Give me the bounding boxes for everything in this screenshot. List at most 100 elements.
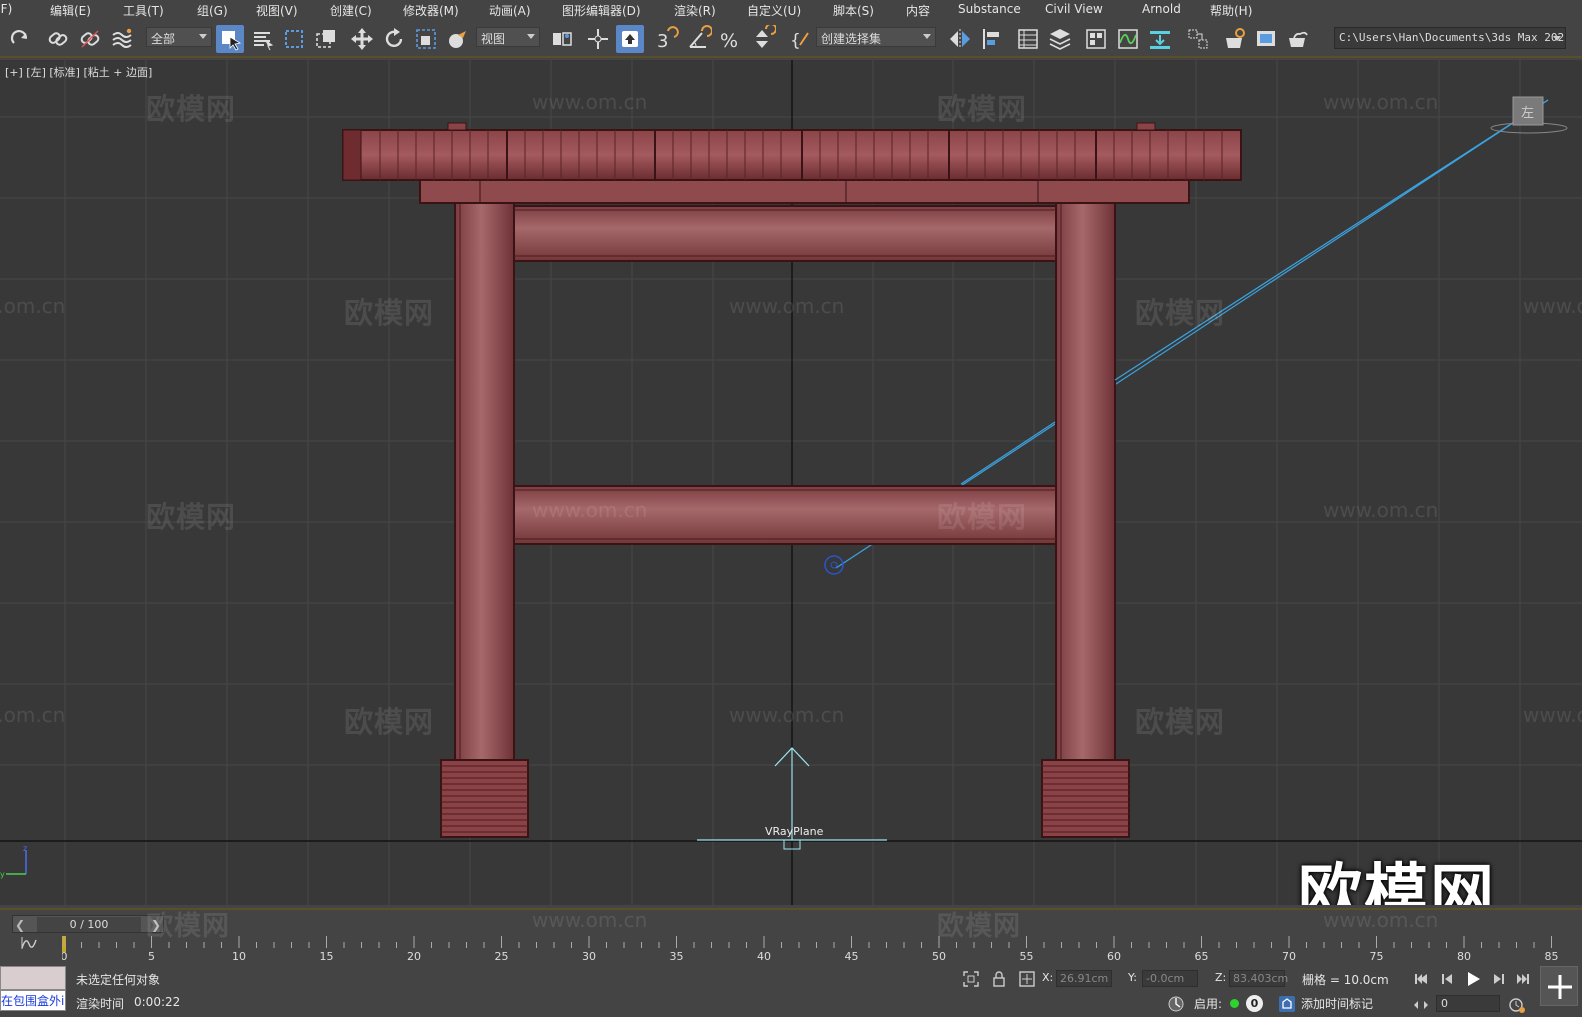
time-slider[interactable]: ❮ 0 / 100 ❯	[12, 915, 164, 933]
watermark-brand: 欧模网	[344, 296, 435, 330]
time-config-icon[interactable]	[1508, 996, 1526, 1014]
menu-modifiers[interactable]: 修改器(M)	[403, 2, 459, 19]
absolute-mode-icon[interactable]	[1018, 970, 1036, 988]
selection-status: 未选定任何对象	[76, 973, 161, 987]
svg-text:{: {	[790, 31, 801, 51]
reference-coord-dropdown[interactable]: 视图	[476, 27, 540, 47]
status-indicator	[1230, 999, 1239, 1008]
maxscript-output[interactable]: 在包围盒外i	[0, 990, 66, 1011]
menu-customize[interactable]: 自定义(U)	[747, 2, 801, 19]
menu-scripting[interactable]: 脚本(S)	[833, 2, 874, 19]
menu-substance[interactable]: Substance	[958, 2, 1021, 16]
mirror-icon[interactable]	[946, 25, 974, 53]
link-icon[interactable]	[44, 25, 72, 53]
menu-help[interactable]: 帮助(H)	[1210, 2, 1252, 19]
rectangular-selection-icon[interactable]	[280, 25, 308, 53]
selection-lock-icon[interactable]	[990, 970, 1008, 988]
watermark-brand: 欧模网	[937, 92, 1028, 126]
go-to-end-icon[interactable]	[1514, 970, 1532, 988]
align-icon[interactable]	[978, 25, 1006, 53]
time-tag-icon[interactable]	[1278, 995, 1296, 1013]
previous-frame-icon[interactable]	[1438, 970, 1456, 988]
play-icon[interactable]	[1464, 970, 1482, 988]
selection-filter-dropdown[interactable]: 全部	[146, 27, 212, 47]
edit-named-selection-icon[interactable]: {	[786, 25, 814, 53]
rendered-frame-window-icon[interactable]	[1252, 25, 1280, 53]
angle-snap-icon[interactable]	[684, 25, 713, 53]
menu-file[interactable]: (F)	[0, 2, 12, 16]
svg-text:%: %	[720, 30, 738, 52]
project-path-field[interactable]: C:\Users\Han\Documents\3ds Max 2022	[1334, 27, 1566, 49]
spinner-snap-icon[interactable]	[748, 23, 777, 53]
menu-edit[interactable]: 编辑(E)	[50, 2, 91, 19]
render-production-icon[interactable]	[1284, 25, 1312, 53]
x-coordinate-field[interactable]: 26.91cm	[1056, 970, 1112, 987]
watermark-site: www.om.cn	[1523, 703, 1582, 727]
render-time-value: 0:00:22	[134, 995, 181, 1009]
key-mode-icon[interactable]	[1412, 996, 1430, 1014]
viewport-label[interactable]: [+] [左] [标准] [粘土 + 边面]	[5, 64, 152, 80]
named-selection-dropdown[interactable]: 创建选择集	[816, 27, 936, 47]
keyboard-shortcut-override-icon[interactable]	[616, 25, 644, 53]
material-editor-icon[interactable]	[1184, 25, 1212, 53]
project-path-value: C:\Users\Han\Documents\3ds Max 2022	[1339, 31, 1566, 44]
menu-group[interactable]: 组(G)	[197, 2, 228, 19]
viewport-left[interactable]: 左 z y 欧模网 www.om.cn 欧模网 www.om.cn www.om…	[0, 60, 1582, 905]
scale-icon[interactable]	[412, 25, 440, 53]
watermark-site: www.om.cn	[0, 703, 66, 727]
viewcube-icon[interactable]: 左	[1490, 96, 1568, 134]
place-icon[interactable]	[444, 25, 472, 53]
viewport-nav-expand-icon[interactable]	[1540, 966, 1578, 1006]
unlink-icon[interactable]	[76, 25, 104, 53]
go-to-start-icon[interactable]	[1412, 970, 1430, 988]
menu-civil-view[interactable]: Civil View	[1045, 2, 1103, 16]
maxscript-listener[interactable]	[0, 966, 66, 990]
render-setup-icon[interactable]	[1220, 25, 1248, 53]
redo-icon[interactable]	[6, 25, 34, 53]
snaps-toggle-icon[interactable]: 3	[652, 25, 680, 53]
toggle-ribbon-icon[interactable]	[1046, 25, 1074, 53]
curve-editor-icon[interactable]	[1114, 25, 1142, 53]
render-time-label: 渲染时间	[76, 997, 125, 1011]
isolate-selection-icon[interactable]	[962, 970, 980, 988]
watermark-brand: 欧模网	[1135, 705, 1226, 739]
menu-content[interactable]: 内容	[906, 2, 930, 19]
schematic-view-icon[interactable]	[1146, 25, 1174, 53]
viewcube-label: 左	[1521, 106, 1534, 121]
rotate-icon[interactable]	[380, 25, 408, 53]
reference-coord-value: 视图	[481, 32, 506, 46]
menu-animation[interactable]: 动画(A)	[489, 2, 531, 19]
watermark-brand: 欧模网	[344, 705, 435, 739]
select-object-icon[interactable]	[216, 25, 244, 53]
menu-graph-editors[interactable]: 图形编辑器(D)	[562, 2, 641, 19]
pivot-center-icon[interactable]	[548, 25, 576, 53]
z-coordinate-field[interactable]: 83.403cm	[1229, 970, 1288, 987]
y-coordinate-field[interactable]: -0.0cm	[1142, 970, 1198, 987]
select-by-name-icon[interactable]	[248, 25, 276, 53]
next-frame-icon[interactable]	[1490, 970, 1508, 988]
add-time-tag[interactable]: 添加时间标记	[1301, 995, 1373, 1012]
menu-create[interactable]: 创建(C)	[330, 2, 372, 19]
select-manipulate-icon[interactable]	[584, 25, 612, 53]
current-frame-field[interactable]: 0	[1436, 995, 1500, 1012]
layer-explorer-icon[interactable]	[1014, 25, 1042, 53]
prev-frame-icon[interactable]: ❮	[15, 918, 25, 932]
light-target-line-front	[960, 421, 1056, 485]
watermark-brand: 欧模网	[146, 500, 237, 534]
vrayplane-label: VRayPlane	[765, 825, 824, 838]
scene-explorer-icon[interactable]	[1082, 25, 1110, 53]
window-crossing-icon[interactable]	[312, 25, 340, 53]
enable-count-badge[interactable]: 0	[1246, 995, 1263, 1012]
watermark-site: www.om.cn	[729, 703, 845, 727]
menu-rendering[interactable]: 渲染(R)	[674, 2, 716, 19]
curve-editor-mini-icon[interactable]	[20, 934, 38, 952]
timeline-ruler[interactable]: 0 5 10 15 20 25 30 35 40 45 50 55 60 65 70 75 80 85	[62, 936, 1567, 963]
menu-views[interactable]: 视图(V)	[256, 2, 298, 19]
menu-tools[interactable]: 工具(T)	[123, 2, 164, 19]
adaptive-degradation-icon[interactable]	[1167, 995, 1185, 1013]
percent-snap-icon[interactable]: %	[716, 25, 744, 53]
menu-arnold[interactable]: Arnold	[1142, 2, 1181, 16]
bind-space-warp-icon[interactable]	[108, 25, 136, 53]
z-label: Z:	[1215, 971, 1227, 984]
move-icon[interactable]	[348, 25, 376, 53]
